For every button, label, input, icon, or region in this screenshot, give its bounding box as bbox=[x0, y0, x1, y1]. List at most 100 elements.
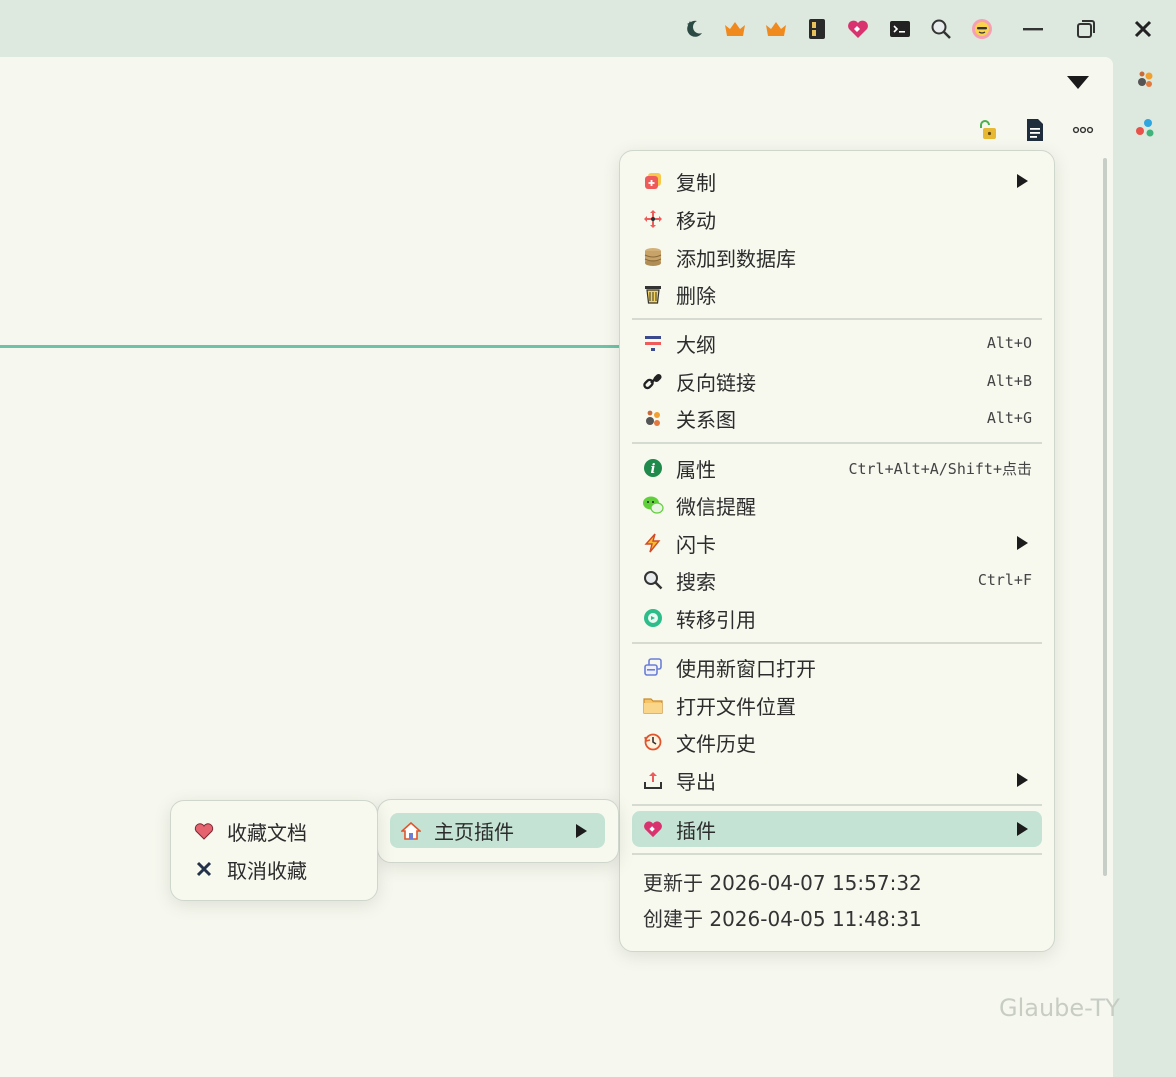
history-icon bbox=[642, 731, 664, 753]
heart-icon bbox=[193, 820, 215, 842]
menu-shortcut: Alt+G bbox=[986, 409, 1032, 427]
menu-item-label: 导出 bbox=[676, 769, 716, 794]
lock-icon[interactable] bbox=[975, 118, 999, 142]
film-strip-icon[interactable] bbox=[804, 16, 830, 42]
restore-icon[interactable] bbox=[1070, 14, 1102, 44]
trash-icon bbox=[642, 283, 664, 305]
home-icon bbox=[400, 820, 422, 842]
menu-item-home-plugin[interactable]: 主页插件 bbox=[390, 813, 605, 848]
crown-icon[interactable] bbox=[722, 16, 748, 42]
menu-shortcut: Ctrl+Alt+A/Shift+点击 bbox=[848, 459, 1032, 478]
menu-item-label: 微信提醒 bbox=[676, 494, 756, 519]
menu-separator bbox=[632, 853, 1042, 855]
menu-item-label: 反向链接 bbox=[676, 370, 756, 395]
context-menu: 复制 移动 添加到数据库 删除 大纲 Alt+O 反向链接 Alt+B 关系图 … bbox=[619, 150, 1055, 952]
menu-item-attributes[interactable]: i 属性 Ctrl+Alt+A/Shift+点击 bbox=[632, 450, 1042, 486]
menu-item-label: 使用新窗口打开 bbox=[676, 656, 816, 681]
menu-item-copy[interactable]: 复制 bbox=[632, 163, 1042, 199]
transfer-icon bbox=[642, 607, 664, 629]
submenu-arrow-icon bbox=[1017, 773, 1028, 787]
menu-item-open-new-window[interactable]: 使用新窗口打开 bbox=[632, 649, 1042, 685]
submenu-arrow-icon bbox=[1017, 536, 1028, 550]
info-icon: i bbox=[642, 457, 664, 479]
move-icon bbox=[642, 208, 664, 230]
link-icon bbox=[642, 370, 664, 392]
copy-icon bbox=[642, 170, 664, 192]
plugin-heart-icon bbox=[642, 818, 664, 840]
menu-item-label: 删除 bbox=[676, 283, 716, 308]
menu-item-flashcard[interactable]: 闪卡 bbox=[632, 525, 1042, 561]
menu-separator bbox=[632, 442, 1042, 444]
svg-text:i: i bbox=[651, 462, 656, 477]
menu-item-label: 关系图 bbox=[676, 407, 736, 432]
menu-item-transfer-reference[interactable]: 转移引用 bbox=[632, 600, 1042, 636]
menu-item-label: 插件 bbox=[676, 818, 716, 843]
menu-item-label: 主页插件 bbox=[434, 820, 514, 844]
close-icon[interactable] bbox=[1127, 14, 1159, 44]
scrollbar[interactable] bbox=[1103, 158, 1107, 876]
menu-item-label: 闪卡 bbox=[676, 532, 716, 557]
menu-item-label: 收藏文档 bbox=[227, 820, 307, 845]
menu-separator bbox=[632, 642, 1042, 644]
crown-icon[interactable] bbox=[763, 16, 789, 42]
search-icon[interactable] bbox=[928, 16, 954, 42]
heading-divider bbox=[0, 345, 620, 348]
menu-item-delete[interactable]: 删除 bbox=[632, 276, 1042, 312]
menu-item-add-to-database[interactable]: 添加到数据库 bbox=[632, 239, 1042, 275]
menu-shortcut: Alt+O bbox=[986, 334, 1032, 352]
menu-item-export[interactable]: 导出 bbox=[632, 762, 1042, 798]
menu-separator bbox=[632, 804, 1042, 806]
menu-item-label: 复制 bbox=[676, 170, 716, 195]
created-time: 创建于 2026-04-05 11:48:31 bbox=[643, 907, 922, 931]
x-icon bbox=[193, 858, 215, 880]
export-icon bbox=[642, 769, 664, 791]
more-icon[interactable] bbox=[1071, 118, 1095, 142]
terminal-icon[interactable] bbox=[887, 16, 913, 42]
watermark: Glaube-TY bbox=[999, 994, 1120, 1022]
menu-shortcut: Alt+B bbox=[986, 372, 1032, 390]
submenu-arrow-icon bbox=[576, 823, 587, 838]
document-icon[interactable] bbox=[1023, 118, 1047, 142]
menu-item-label: 添加到数据库 bbox=[676, 246, 796, 271]
menu-item-unfavorite-doc[interactable]: 取消收藏 bbox=[183, 851, 365, 887]
submenu-arrow-icon bbox=[1017, 822, 1028, 836]
right-dock bbox=[1113, 57, 1176, 1077]
sun-face-icon[interactable] bbox=[969, 16, 995, 42]
menu-item-outline[interactable]: 大纲 Alt+O bbox=[632, 325, 1042, 361]
database-icon bbox=[642, 246, 664, 268]
plugin-heart-icon[interactable] bbox=[845, 16, 871, 42]
menu-item-open-file-location[interactable]: 打开文件位置 bbox=[632, 687, 1042, 723]
menu-item-search[interactable]: 搜索 Ctrl+F bbox=[632, 562, 1042, 598]
moon-star-icon[interactable] bbox=[681, 16, 707, 42]
menu-item-backlinks[interactable]: 反向链接 Alt+B bbox=[632, 363, 1042, 399]
flash-icon bbox=[642, 532, 664, 554]
menu-item-label: 转移引用 bbox=[676, 607, 756, 632]
collapse-icon[interactable] bbox=[1066, 74, 1090, 92]
menu-item-wechat-reminder[interactable]: 微信提醒 bbox=[632, 487, 1042, 523]
menu-separator bbox=[632, 318, 1042, 320]
menu-item-label: 搜索 bbox=[676, 569, 716, 594]
menu-item-label: 属性 bbox=[676, 457, 716, 482]
wechat-icon bbox=[642, 494, 664, 516]
outline-icon bbox=[642, 332, 664, 354]
new-window-icon bbox=[642, 656, 664, 678]
folder-icon bbox=[642, 694, 664, 716]
menu-item-plugins[interactable]: 插件 bbox=[632, 811, 1042, 847]
menu-item-label: 取消收藏 bbox=[227, 858, 307, 883]
title-bar bbox=[0, 0, 1176, 56]
menu-item-favorite-doc[interactable]: 收藏文档 bbox=[183, 813, 365, 849]
menu-item-move[interactable]: 移动 bbox=[632, 201, 1042, 237]
menu-shortcut: Ctrl+F bbox=[977, 571, 1032, 589]
menu-item-file-history[interactable]: 文件历史 bbox=[632, 724, 1042, 760]
search-icon bbox=[642, 569, 664, 591]
menu-item-label: 文件历史 bbox=[676, 731, 756, 756]
submenu-arrow-icon bbox=[1017, 174, 1028, 188]
minimize-icon[interactable] bbox=[1017, 14, 1049, 44]
menu-item-label: 大纲 bbox=[676, 332, 716, 357]
graph-icon[interactable] bbox=[1133, 67, 1157, 91]
menu-item-label: 移动 bbox=[676, 208, 716, 233]
dots-icon[interactable] bbox=[1133, 116, 1157, 140]
updated-time: 更新于 2026-04-07 15:57:32 bbox=[643, 871, 922, 895]
menu-item-graph[interactable]: 关系图 Alt+G bbox=[632, 400, 1042, 436]
menu-item-label: 打开文件位置 bbox=[676, 694, 796, 719]
